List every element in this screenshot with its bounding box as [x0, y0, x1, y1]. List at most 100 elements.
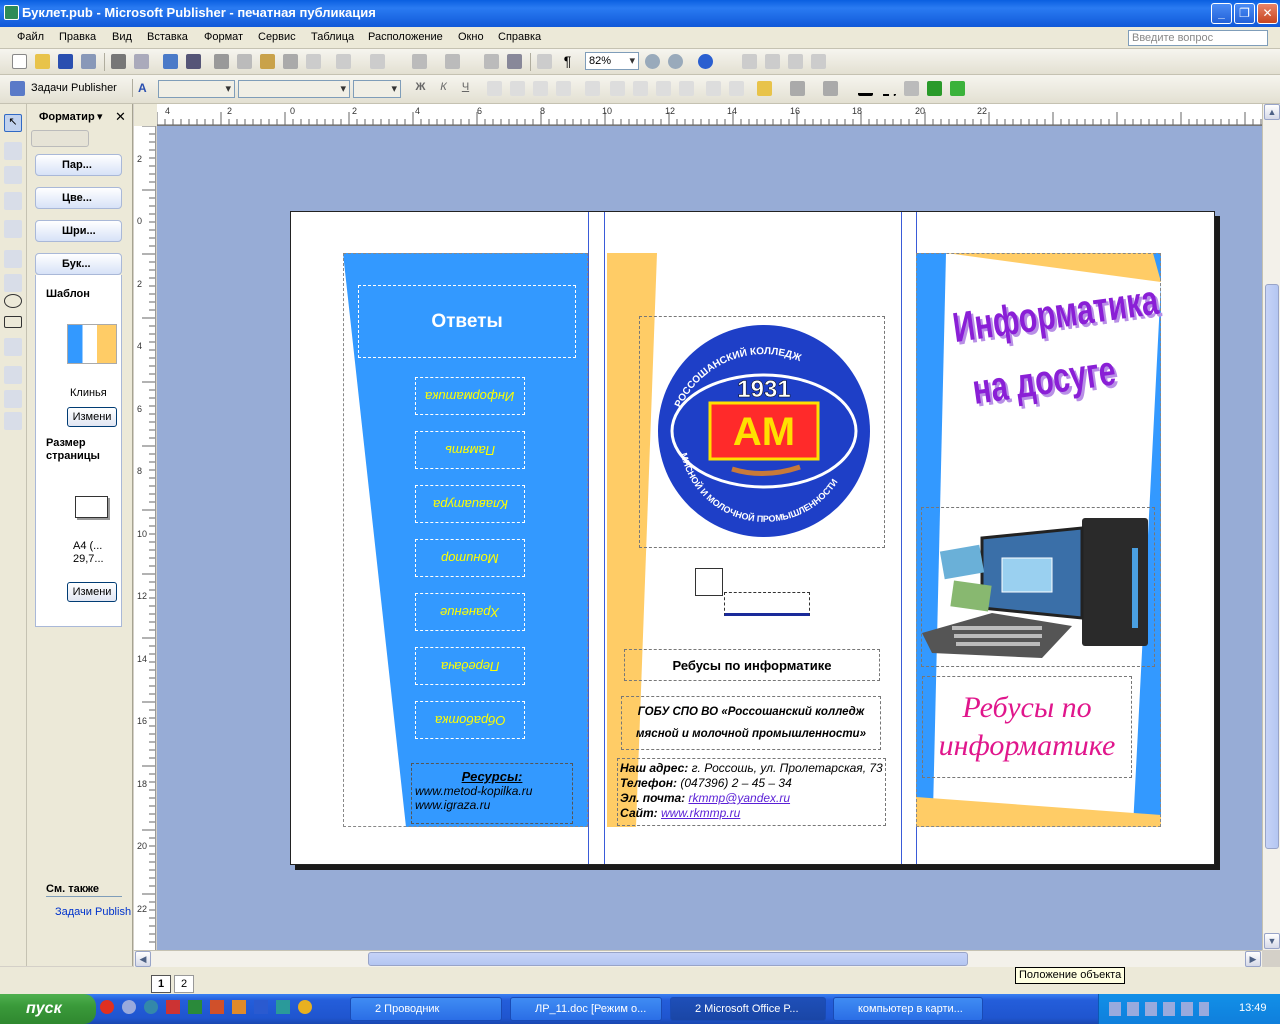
oval-tool-icon[interactable]	[4, 294, 22, 308]
linked-text-icon[interactable]	[695, 568, 723, 596]
fill-color-icon[interactable]	[757, 81, 772, 96]
menu-edit[interactable]: Правка	[59, 31, 96, 43]
publication-page[interactable]: Ответы Информатика Память Клавиатура Мон…	[290, 211, 1215, 865]
quicklaunch-opera-icon[interactable]	[100, 1000, 114, 1014]
cover-subtitle-box[interactable]: Ребусы по информатике	[922, 676, 1132, 778]
zoom-in-icon[interactable]	[668, 54, 683, 69]
menu-tools[interactable]: Сервис	[258, 31, 296, 43]
paste-special-icon[interactable]	[283, 54, 298, 69]
hot-spot-tool-icon[interactable]	[4, 366, 22, 384]
quicklaunch-media-icon[interactable]	[122, 1000, 136, 1014]
org-name-box[interactable]: ГОБУ СПО ВО «Россошанский колледж мясной…	[621, 696, 881, 750]
quicklaunch-publisher-icon[interactable]	[276, 1000, 290, 1014]
columns-icon[interactable]	[537, 54, 552, 69]
arrow-tool-icon[interactable]	[4, 274, 22, 292]
copy-icon[interactable]	[237, 54, 252, 69]
select-tool-icon[interactable]: ↖	[4, 114, 22, 132]
help-icon[interactable]	[698, 54, 713, 69]
print-preview-icon[interactable]	[81, 54, 96, 69]
hyperlink-icon[interactable]	[742, 54, 757, 69]
tray-icons[interactable]	[1109, 1002, 1209, 1016]
answer-box[interactable]: Хранение	[415, 593, 525, 631]
menu-help[interactable]: Справка	[498, 31, 541, 43]
tasks-icon[interactable]	[10, 81, 25, 96]
autoshapes-tool-icon[interactable]	[4, 338, 22, 356]
answer-box[interactable]: Память	[415, 431, 525, 469]
save-icon[interactable]	[58, 54, 73, 69]
taskbar-explorer[interactable]: 2 Проводник	[350, 997, 502, 1021]
computer-image-frame[interactable]	[921, 507, 1155, 667]
answer-box[interactable]: Обработка	[415, 701, 525, 739]
dash-style-icon[interactable]	[881, 81, 896, 96]
decrease-indent-icon[interactable]	[656, 81, 671, 96]
style-combo[interactable]	[158, 80, 235, 98]
arrow-style-icon[interactable]	[904, 81, 919, 96]
print-icon[interactable]	[111, 54, 126, 69]
close-button[interactable]: ✕	[1257, 3, 1278, 24]
font-color-icon[interactable]	[823, 81, 838, 96]
picture-icon[interactable]	[811, 54, 826, 69]
quicklaunch-ie-icon[interactable]	[144, 1000, 158, 1014]
align-center-icon[interactable]	[510, 81, 525, 96]
text-box-tool-icon[interactable]	[4, 142, 22, 160]
scroll-up-button[interactable]: ▲	[1264, 104, 1280, 120]
justify-icon[interactable]	[556, 81, 571, 96]
chevron-down-icon[interactable]: ▾	[97, 110, 103, 123]
pilcrow-icon[interactable]: ¶	[560, 54, 575, 69]
pagesize-thumbnail[interactable]	[75, 496, 108, 518]
increase-indent-icon[interactable]	[679, 81, 694, 96]
rectangle-tool-icon[interactable]	[4, 316, 22, 328]
minimize-button[interactable]: _	[1211, 3, 1232, 24]
horizontal-ruler[interactable]: 4 2 0 2 4 6 8 10 12 14 16 18 20 22	[157, 104, 1262, 126]
menu-arrange[interactable]: Расположение	[368, 31, 443, 43]
rebus-heading-box[interactable]: Ребусы по информатике	[624, 649, 880, 681]
horizontal-scroll-thumb[interactable]	[368, 952, 968, 966]
paste-icon[interactable]	[260, 54, 275, 69]
open-icon[interactable]	[35, 54, 50, 69]
horizontal-scrollbar[interactable]: ◀ ▶	[134, 950, 1262, 967]
empty-frame[interactable]	[724, 592, 810, 616]
undo-icon[interactable]	[336, 54, 351, 69]
quicklaunch-word-icon[interactable]	[254, 1000, 268, 1014]
maximize-button[interactable]: ❐	[1234, 3, 1255, 24]
page-2-button[interactable]: 2	[174, 975, 194, 993]
template-thumbnail[interactable]	[67, 324, 117, 364]
vertical-scroll-thumb[interactable]	[1265, 284, 1279, 849]
answer-box[interactable]: Информатика	[415, 377, 525, 415]
align-right-icon[interactable]	[533, 81, 548, 96]
quicklaunch-access-icon[interactable]	[232, 1000, 246, 1014]
italic-icon[interactable]: К	[436, 81, 451, 96]
answer-box[interactable]: Монитор	[415, 539, 525, 577]
contacts-box[interactable]: Наш адрес: г. Россошь, ул. Пролетарская,…	[617, 758, 886, 826]
numbering-icon[interactable]	[610, 81, 625, 96]
tasks-publisher-button[interactable]: Задачи Publisher	[31, 82, 117, 94]
link-frames-icon[interactable]	[765, 54, 780, 69]
quicklaunch-acrobat-icon[interactable]	[166, 1000, 180, 1014]
bring-forward-icon[interactable]	[412, 54, 427, 69]
bullets-icon[interactable]	[633, 81, 648, 96]
answer-box[interactable]: Передача	[415, 647, 525, 685]
align-left-icon[interactable]	[487, 81, 502, 96]
answer-box[interactable]: Клавиатура	[415, 485, 525, 523]
font-size-combo[interactable]	[353, 80, 401, 98]
item-tool-icon[interactable]	[4, 412, 22, 430]
redo-icon[interactable]	[370, 54, 385, 69]
line-color-icon[interactable]	[790, 81, 805, 96]
scroll-right-button[interactable]: ▶	[1245, 951, 1261, 967]
quicklaunch-powerpoint-icon[interactable]	[210, 1000, 224, 1014]
research-icon[interactable]	[186, 54, 201, 69]
unlink-frames-icon[interactable]	[788, 54, 803, 69]
table-tool-icon[interactable]	[4, 166, 22, 184]
section-booklet[interactable]: Бук...	[35, 253, 122, 275]
underline-icon[interactable]: Ч	[458, 81, 473, 96]
3d-style-icon[interactable]	[950, 81, 965, 96]
bold-icon[interactable]: Ж	[413, 81, 428, 96]
back-forward-nav[interactable]	[31, 130, 89, 147]
wordart-tool-icon[interactable]	[4, 192, 22, 210]
scroll-down-button[interactable]: ▼	[1264, 933, 1280, 949]
change-template-button[interactable]: Измени	[67, 407, 117, 427]
zoom-combo[interactable]: 82%	[585, 52, 639, 70]
quicklaunch-chrome-icon[interactable]	[298, 1000, 312, 1014]
quicklaunch-excel-icon[interactable]	[188, 1000, 202, 1014]
see-also-link[interactable]: Задачи Publish	[55, 906, 131, 918]
